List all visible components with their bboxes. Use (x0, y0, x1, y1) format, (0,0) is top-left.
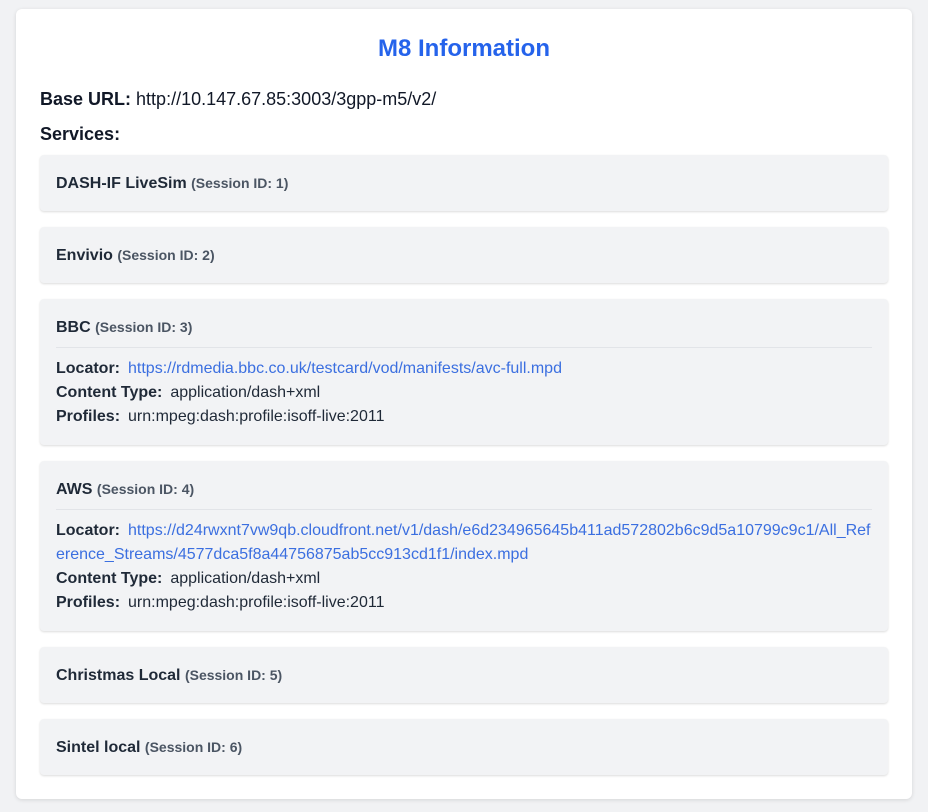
service-name: DASH-IF LiveSim (56, 175, 187, 192)
service-name: Envivio (56, 247, 113, 264)
service-name: Christmas Local (56, 667, 181, 684)
m8-information-panel: M8 Information Base URL: http://10.147.6… (16, 9, 912, 799)
service-name: BBC (56, 319, 91, 336)
service-header[interactable]: Envivio (Session ID: 2) (56, 227, 872, 283)
content-type-label: Content Type: (56, 384, 163, 401)
service-card-dash-if-livesim[interactable]: DASH-IF LiveSim (Session ID: 1) (40, 155, 888, 211)
service-header[interactable]: Sintel local (Session ID: 6) (56, 719, 872, 775)
service-name: Sintel local (56, 739, 141, 756)
service-card-bbc[interactable]: BBC (Session ID: 3) Locator: https://rdme… (40, 299, 888, 445)
service-details: Locator: https://rdmedia.bbc.co.uk/testca… (56, 348, 872, 445)
service-header[interactable]: Christmas Local (Session ID: 5) (56, 647, 872, 703)
profiles-label: Profiles: (56, 594, 121, 611)
locator-link[interactable]: https://rdmedia.bbc.co.uk/testcard/vod/m… (128, 360, 562, 377)
locator-row: Locator: https://rdmedia.bbc.co.uk/testca… (56, 357, 872, 381)
content-type-value: application/dash+xml (170, 384, 321, 401)
content-type-row: Content Type: application/dash+xml (56, 381, 872, 405)
profiles-value: urn:mpeg:dash:profile:isoff-live:2011 (128, 594, 385, 611)
profiles-label: Profiles: (56, 408, 121, 425)
profiles-value: urn:mpeg:dash:profile:isoff-live:2011 (128, 408, 385, 425)
base-url-row: Base URL: http://10.147.67.85:3003/3gpp-… (40, 87, 888, 111)
service-card-sintel-local[interactable]: Sintel local (Session ID: 6) (40, 719, 888, 775)
session-id: (Session ID: 6) (144, 739, 243, 755)
locator-link[interactable]: https://d24rwxnt7vw9qb.cloudfront.net/v1… (56, 522, 871, 563)
service-list: DASH-IF LiveSim (Session ID: 1) Envivio … (40, 155, 888, 775)
service-header[interactable]: BBC (Session ID: 3) (56, 299, 872, 348)
page-title: M8 Information (378, 35, 550, 62)
service-card-christmas-local[interactable]: Christmas Local (Session ID: 5) (40, 647, 888, 703)
profiles-row: Profiles: urn:mpeg:dash:profile:isoff-liv… (56, 591, 872, 615)
service-name: AWS (56, 481, 93, 498)
base-url-label: Base URL: (40, 89, 132, 109)
session-id: (Session ID: 3) (95, 319, 193, 335)
session-id: (Session ID: 2) (117, 247, 215, 263)
session-id: (Session ID: 4) (96, 481, 195, 497)
service-details: Locator: https://d24rwxnt7vw9qb.cloudfron… (56, 510, 872, 631)
content-type-value: application/dash+xml (170, 570, 321, 587)
profiles-row: Profiles: urn:mpeg:dash:profile:isoff-liv… (56, 405, 872, 429)
locator-label: Locator: (56, 522, 120, 539)
service-card-aws[interactable]: AWS (Session ID: 4) Locator: https://d24r… (40, 461, 888, 631)
session-id: (Session ID: 5) (184, 667, 283, 683)
locator-row: Locator: https://d24rwxnt7vw9qb.cloudfron… (56, 519, 872, 567)
session-id: (Session ID: 1) (191, 175, 289, 191)
service-card-envivio[interactable]: Envivio (Session ID: 2) (40, 227, 888, 283)
content-type-row: Content Type: application/dash+xml (56, 567, 872, 591)
content-type-label: Content Type: (56, 570, 163, 587)
service-header[interactable]: AWS (Session ID: 4) (56, 461, 872, 510)
locator-label: Locator: (56, 360, 120, 377)
service-header[interactable]: DASH-IF LiveSim (Session ID: 1) (56, 155, 872, 211)
services-heading: Services: (40, 124, 121, 144)
base-url-value: http://10.147.67.85:3003/3gpp-m5/v2/ (136, 89, 437, 109)
